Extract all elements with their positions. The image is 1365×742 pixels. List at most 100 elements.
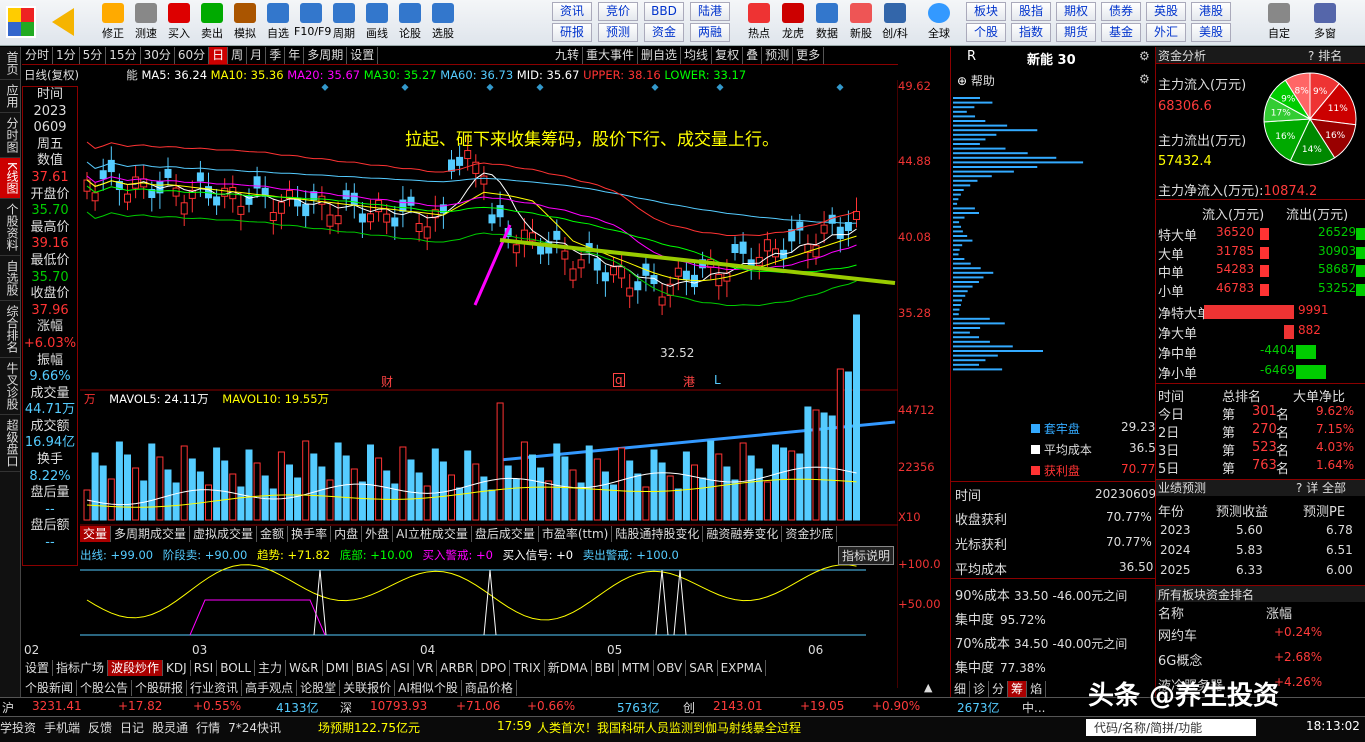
news-tab-1[interactable]: 个股公告	[77, 680, 133, 696]
toolbar-right-btn-3[interactable]: 新股	[844, 2, 878, 44]
bottom-item-6[interactable]: 7*24快讯	[228, 721, 281, 735]
quick-btn-1-3[interactable]: 两融	[690, 23, 730, 42]
market-btn-1-4[interactable]: 外汇	[1146, 23, 1186, 42]
toolbar-btn-7[interactable]: 周期	[327, 2, 361, 44]
toolbar-btn-0[interactable]: 修正	[96, 2, 130, 44]
toolbar-btn-9[interactable]: 论股	[393, 2, 427, 44]
news-tab-4[interactable]: 高手观点	[242, 680, 298, 696]
period-tab-2[interactable]: 5分	[80, 47, 107, 64]
market-btn-1-2[interactable]: 期货	[1056, 23, 1096, 42]
chart-tool-0[interactable]: 九转	[552, 47, 584, 64]
vol-tab-4[interactable]: 换手率	[288, 526, 332, 542]
kline-chart[interactable]	[80, 80, 898, 688]
ind-tab-18[interactable]: OBV	[654, 660, 687, 676]
ind-tab-5[interactable]: BOLL	[217, 660, 256, 676]
ind-tab-4[interactable]: RSI	[191, 660, 218, 676]
bottom-item-5[interactable]: 行情	[196, 721, 220, 735]
ind-tab-7[interactable]: W&R	[286, 660, 323, 676]
period-tab-11[interactable]: 多周期	[304, 47, 348, 64]
vol-tab-7[interactable]: AI立桩成交量	[393, 526, 472, 542]
period-tab-3[interactable]: 15分	[106, 47, 141, 64]
quick-btn-0-3[interactable]: 陆港	[690, 2, 730, 21]
vol-tab-9[interactable]: 市盈率(ttm)	[539, 526, 613, 542]
ind-tab-13[interactable]: DPO	[477, 660, 511, 676]
market-btn-1-0[interactable]: 个股	[966, 23, 1006, 42]
ind-tab-17[interactable]: MTM	[619, 660, 654, 676]
bottom-item-3[interactable]: 日记	[120, 721, 144, 735]
multiwindow-button[interactable]: 多窗	[1308, 2, 1342, 44]
expand-up-icon[interactable]: ▲	[924, 681, 932, 694]
bottom-item-2[interactable]: 反馈	[88, 721, 112, 735]
nav-5[interactable]: 自选股	[0, 256, 20, 301]
toolbar-right-btn-0[interactable]: 热点	[742, 2, 776, 44]
ind-tab-9[interactable]: BIAS	[353, 660, 388, 676]
toolbar-btn-10[interactable]: 选股	[426, 2, 460, 44]
toolbar-right-btn-2[interactable]: 数据	[810, 2, 844, 44]
custom-button[interactable]: 自定	[1262, 2, 1296, 44]
period-tab-5[interactable]: 60分	[175, 47, 210, 64]
quick-btn-1-2[interactable]: 资金	[644, 23, 684, 42]
chart-tool-3[interactable]: 均线	[681, 47, 713, 64]
toolbar-btn-8[interactable]: 画线	[360, 2, 394, 44]
market-btn-0-5[interactable]: 港股	[1191, 2, 1231, 21]
chart-tool-2[interactable]: 删自选	[638, 47, 682, 64]
ind-tab-6[interactable]: 主力	[255, 660, 287, 676]
period-tab-4[interactable]: 30分	[141, 47, 175, 64]
ind-tab-10[interactable]: ASI	[387, 660, 414, 676]
vol-tab-2[interactable]: 虚拟成交量	[190, 526, 258, 542]
period-tab-10[interactable]: 年	[285, 47, 305, 64]
quick-btn-1-0[interactable]: 研报	[552, 23, 592, 42]
vol-tab-6[interactable]: 外盘	[362, 526, 394, 542]
market-btn-1-1[interactable]: 指数	[1011, 23, 1051, 42]
ind-tab-3[interactable]: KDJ	[163, 660, 191, 676]
app-logo-icon[interactable]	[6, 6, 36, 38]
nav-1[interactable]: 应用	[0, 80, 20, 113]
event-marker-q[interactable]: q	[613, 373, 625, 387]
toolbar-btn-6[interactable]: F10/F9	[294, 2, 331, 44]
ind-tab-15[interactable]: 新DMA	[545, 660, 592, 676]
chart-tool-1[interactable]: 重大事件	[583, 47, 639, 64]
period-tab-0[interactable]: 分时	[22, 47, 54, 64]
sector-1-name[interactable]: 6G概念	[1158, 650, 1202, 669]
vol-tab-12[interactable]: 资金抄底	[782, 526, 838, 542]
period-tab-8[interactable]: 月	[247, 47, 267, 64]
rank-button[interactable]: ? 排名	[1308, 47, 1342, 64]
ind-tab-1[interactable]: 指标广场	[53, 660, 109, 676]
indicator-help-button[interactable]: 指标说明	[838, 546, 895, 565]
toolbar-btn-5[interactable]: 自选	[261, 2, 295, 44]
toolbar-btn-3[interactable]: 卖出	[195, 2, 229, 44]
market-btn-0-0[interactable]: 板块	[966, 2, 1006, 21]
sh-label[interactable]: 沪	[2, 699, 14, 716]
bottom-item-1[interactable]: 手机端	[44, 721, 80, 735]
nav-4[interactable]: 个股资料	[0, 199, 20, 256]
chart-tool-5[interactable]: 叠	[743, 47, 763, 64]
ind-tab-12[interactable]: ARBR	[437, 660, 478, 676]
toolbar-btn-2[interactable]: 买入	[162, 2, 196, 44]
news-tab-5[interactable]: 论股堂	[297, 680, 341, 696]
toolbar-right-btn-1[interactable]: 龙虎	[776, 2, 810, 44]
chart-tool-4[interactable]: 复权	[712, 47, 744, 64]
sector-0-name[interactable]: 网约车	[1158, 625, 1197, 644]
vol-tab-5[interactable]: 内盘	[331, 526, 363, 542]
chip-tab-0[interactable]: 细	[951, 681, 971, 697]
ind-tab-11[interactable]: VR	[414, 660, 438, 676]
period-tab-7[interactable]: 周	[228, 47, 248, 64]
gear-icon[interactable]: ⚙	[1139, 49, 1150, 63]
market-btn-0-2[interactable]: 期权	[1056, 2, 1096, 21]
vol-tab-3[interactable]: 金额	[257, 526, 289, 542]
back-arrow-icon[interactable]	[52, 8, 74, 36]
ind-tab-2[interactable]: 波段炒作	[108, 660, 164, 676]
ind-tab-19[interactable]: SAR	[686, 660, 718, 676]
chart-tool-7[interactable]: 更多	[793, 47, 825, 64]
cy-label[interactable]: 创	[683, 699, 695, 716]
event-marker-gang[interactable]: 港	[683, 373, 695, 390]
news-tab-8[interactable]: 商品价格	[462, 680, 517, 696]
chip-tab-1[interactable]: 诊	[970, 681, 990, 697]
ind-tab-8[interactable]: DMI	[323, 660, 353, 676]
chart-tool-6[interactable]: 预测	[762, 47, 794, 64]
chip-tab-3[interactable]: 筹	[1008, 681, 1028, 697]
ind-tab-20[interactable]: EXPMA	[718, 660, 767, 676]
event-marker-cai[interactable]: 财	[381, 373, 393, 390]
period-tab-1[interactable]: 1分	[53, 47, 80, 64]
vol-tab-11[interactable]: 融资融券变化	[703, 526, 783, 542]
